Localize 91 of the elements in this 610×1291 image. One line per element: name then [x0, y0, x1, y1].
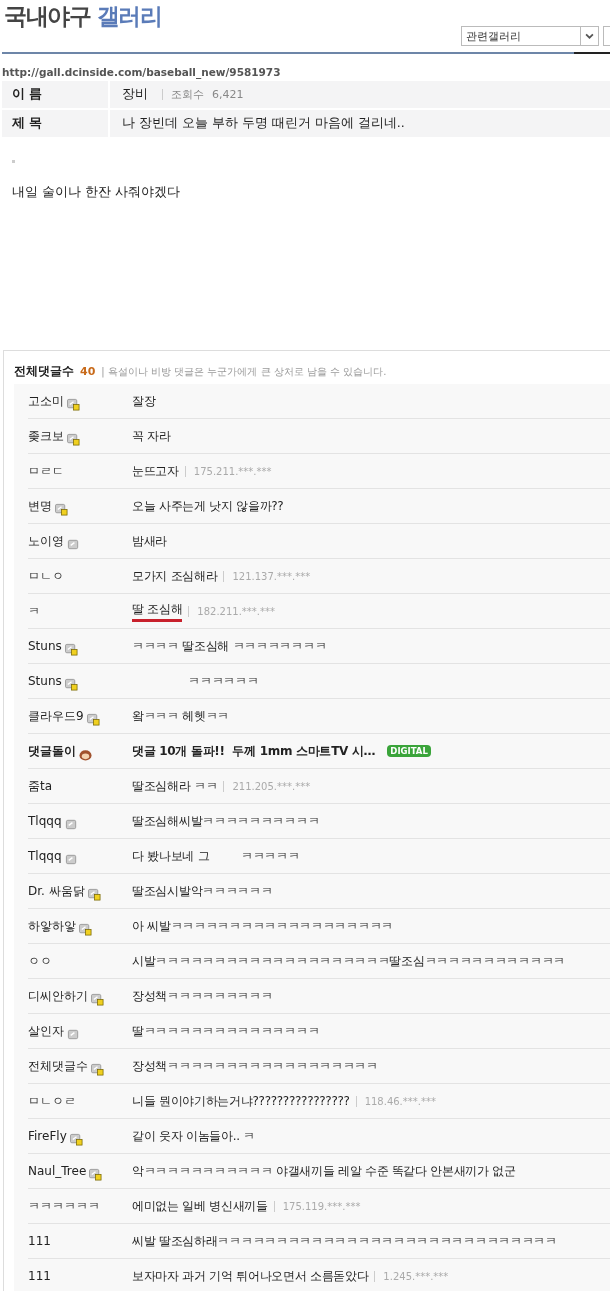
member-icon	[64, 817, 78, 831]
post-body: 내일 술이나 한잔 사줘야겠다	[12, 184, 181, 201]
creature-icon	[79, 747, 92, 761]
comment-text: 다 봤나보네 그 ㅋㅋㅋㅋㅋ	[132, 847, 300, 865]
member-lock-icon	[86, 712, 100, 726]
comment-text: 딸ㅋㅋㅋㅋㅋㅋㅋㅋㅋㅋㅋㅋㅋㅋㅋ	[132, 1022, 320, 1040]
comment-notice: | 욕설이나 비방 댓글은 누군가에게 큰 상처로 남을 수 있습니다.	[101, 365, 387, 379]
post-url: http://gall.dcinside.com/baseball_new/9581973	[2, 66, 282, 78]
commenter-name[interactable]: 디씨안하기	[28, 987, 88, 1005]
gallery-title: 국내야구 갤러리	[4, 2, 161, 31]
commenter-name[interactable]: ㅁㄹㄷ	[28, 462, 64, 480]
comment-text: 딸 조심해	[132, 600, 183, 622]
comment-text: 니들 뭔이야기하는거냐????????????????	[132, 1092, 350, 1110]
commenter-name[interactable]: 하앟하앟	[28, 917, 76, 935]
views-label: 조회수	[162, 89, 204, 100]
comment-text: 눈뜨고자	[132, 462, 179, 480]
comment-count-label: 전체댓글수	[14, 363, 74, 380]
member-icon	[67, 1027, 80, 1041]
ip-address: 182.211.***.***	[188, 605, 276, 617]
member-lock-icon	[91, 1062, 104, 1076]
commenter-name[interactable]: 변명	[28, 497, 52, 515]
commenter-name[interactable]: ㅋㅋㅋㅋㅋㅋ	[28, 1197, 100, 1215]
commenter-name[interactable]: Stuns	[28, 674, 62, 688]
member-lock-icon	[89, 1167, 103, 1181]
commenter-name[interactable]: ㅋ	[28, 602, 40, 620]
commenter-name[interactable]: Tlqqq	[28, 814, 62, 828]
comment-text: 딸조심해라 ㅋㅋ	[132, 777, 218, 795]
comment-text: ㅋㅋㅋㅋㅋㅋ	[187, 672, 259, 690]
comment-text: ㅋㅋㅋㅋ 딸조심해 ㅋㅋㅋㅋㅋㅋㅋㅋ	[132, 637, 327, 655]
commenter-name[interactable]: 클라우드9	[28, 707, 84, 725]
member-lock-icon	[64, 677, 78, 691]
member-lock-icon	[87, 887, 101, 901]
member-icon	[64, 852, 78, 866]
ip-address: 118.46.***.***	[355, 1095, 436, 1107]
commenter-name[interactable]: Naul_Tree	[28, 1164, 87, 1178]
commenter-name[interactable]: 전체댓글수	[28, 1057, 88, 1075]
member-lock-icon	[64, 642, 78, 656]
subject-label: 제 목	[2, 110, 108, 137]
comment-text: 장성책ㅋㅋㅋㅋㅋㅋㅋㅋㅋ	[132, 987, 273, 1005]
commenter-name[interactable]: 살인자	[28, 1022, 64, 1040]
comment-count: 40	[80, 365, 96, 378]
ip-address: 211.205.***.***	[223, 780, 311, 792]
commenter-name[interactable]: 댓글돌이	[28, 742, 76, 760]
comment-text: 댓글 10개 돌파!! 두께 1mm 스마트TV 시…	[132, 742, 376, 760]
commenter-name[interactable]: ㅇㅇ	[28, 952, 52, 970]
comment-text: 딸조심시발악ㅋㅋㅋㅋㅋㅋ	[132, 882, 273, 900]
post-subject: 나 장빈데 오늘 부하 두명 때린거 마음에 걸리네..	[122, 115, 405, 132]
ip-address: 1.245.***.***	[374, 1270, 449, 1282]
related-gallery-select[interactable]: 관련갤러리	[461, 26, 599, 46]
author-name: 장비	[122, 86, 148, 103]
comment-text: 악ㅋㅋㅋㅋㅋㅋㅋㅋㅋㅋㅋ 야갤새끼들 레알 수준 똑같다 안본새끼가 없군	[132, 1162, 516, 1180]
comment-text: 장성책ㅋㅋㅋㅋㅋㅋㅋㅋㅋㅋㅋㅋㅋㅋㅋㅋㅋㅋ	[132, 1057, 378, 1075]
member-lock-icon	[67, 397, 80, 411]
member-lock-icon	[91, 992, 104, 1006]
member-lock-icon	[55, 502, 68, 516]
commenter-name[interactable]: Dr. 싸움닭	[28, 882, 85, 900]
commenter-name[interactable]: 고소미	[28, 392, 64, 410]
comment-text: 아 씨발ㅋㅋㅋㅋㅋㅋㅋㅋㅋㅋㅋㅋㅋㅋㅋㅋㅋㅋㅋ	[132, 917, 393, 935]
select-button[interactable]	[603, 26, 610, 46]
comment-text: 에미없는 일베 병신새끼들	[132, 1197, 268, 1215]
commenter-name[interactable]: 111	[28, 1269, 51, 1283]
commenter-name[interactable]: 줌ta	[28, 777, 53, 795]
ip-address: 175.119.***.***	[273, 1200, 361, 1212]
views-count: 6,421	[212, 88, 244, 101]
comment-text: 씨발 딸조심하래ㅋㅋㅋㅋㅋㅋㅋㅋㅋㅋㅋㅋㅋㅋㅋㅋㅋㅋㅋㅋㅋㅋㅋㅋㅋㅋㅋㅋㅋ	[132, 1232, 557, 1250]
commenter-name[interactable]: 111	[28, 1234, 51, 1248]
comment-text: 보자마자 과거 기억 튀어나오면서 소름돋았다	[132, 1267, 369, 1285]
commenter-name[interactable]: 노이영	[28, 532, 64, 550]
commenter-name[interactable]: Stuns	[28, 639, 62, 653]
commenter-name[interactable]: 좆크보	[28, 427, 64, 445]
comment-text: 왘ㅋㅋㅋ 헤헷ㅋㅋ	[132, 707, 230, 725]
comment-text: 오늘 사주는게 낫지 않을까??	[132, 497, 284, 515]
name-label: 이 름	[2, 81, 108, 108]
comment-text: 모가지 조심해라	[132, 567, 218, 585]
comment-text: 시발ㅋㅋㅋㅋㅋㅋㅋㅋㅋㅋㅋㅋㅋㅋㅋㅋㅋㅋㅋㅋ딸조심ㅋㅋㅋㅋㅋㅋㅋㅋㅋㅋㅋㅋ	[132, 952, 565, 970]
image-placeholder-icon	[12, 160, 15, 163]
member-lock-icon	[69, 1132, 83, 1146]
comment-text: 같이 웃자 이놈들아.. ㅋ	[132, 1127, 255, 1145]
member-icon	[67, 537, 80, 551]
commenter-name[interactable]: Tlqqq	[28, 849, 62, 863]
commenter-name[interactable]: ㅁㄴㅇㄹ	[28, 1092, 76, 1110]
comment-text: 밤새라	[132, 532, 168, 550]
comment-text: 잘장	[132, 392, 156, 410]
ip-address: 175.211.***.***	[184, 465, 272, 477]
commenter-name[interactable]: ㅁㄴㅇ	[28, 567, 64, 585]
comment-text: 딸조심해씨발ㅋㅋㅋㅋㅋㅋㅋㅋㅋㅋ	[132, 812, 320, 830]
member-lock-icon	[79, 922, 92, 936]
member-lock-icon	[67, 432, 80, 446]
ip-address: 121.137.***.***	[223, 570, 311, 582]
commenter-name[interactable]: FireFly	[28, 1129, 67, 1143]
comment-text: 꼭 자라	[132, 427, 171, 445]
